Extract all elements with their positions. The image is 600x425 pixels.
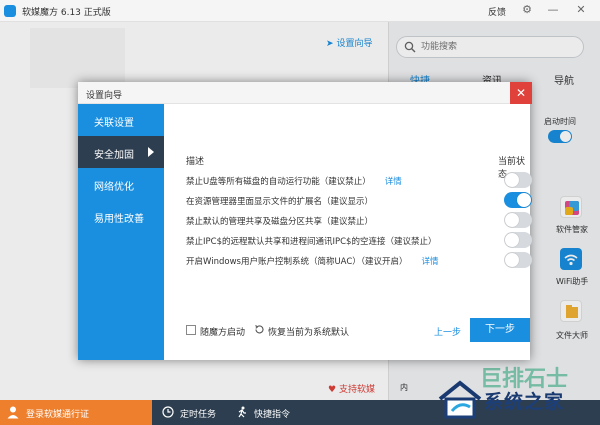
uac-toggle[interactable] bbox=[504, 252, 532, 268]
quick-command-button[interactable]: 快捷指令 bbox=[236, 400, 316, 425]
running-figure-icon bbox=[238, 406, 246, 418]
dialog-title-bar: 设置向导 bbox=[78, 82, 530, 104]
auto-start-checkbox[interactable] bbox=[186, 325, 196, 335]
restore-icon bbox=[255, 325, 264, 334]
restore-defaults-link[interactable]: 恢复当前为系统默认 bbox=[268, 325, 349, 338]
close-window-icon[interactable]: ✕ bbox=[574, 3, 588, 17]
column-header-description: 描述 bbox=[186, 157, 205, 167]
option-text: 禁止IPC$的远程默认共享和进程间通讯IPC$的空连接（建议禁止） bbox=[186, 237, 437, 247]
admin-share-toggle[interactable] bbox=[504, 212, 532, 228]
option-text: 开启Windows用户账户控制系统（简称UAC）（建议开启） bbox=[186, 257, 408, 267]
dialog-sidebar: 关联设置 安全加固 网络优化 易用性改善 bbox=[78, 104, 164, 360]
minimize-icon[interactable]: — bbox=[546, 3, 560, 17]
title-bar: 软媒魔方 6.13 正式版 反馈 ⚙ — ✕ bbox=[0, 0, 600, 22]
show-extension-toggle[interactable] bbox=[504, 192, 532, 208]
sidebar-item-security[interactable]: 安全加固 bbox=[78, 136, 164, 168]
clock-icon bbox=[162, 406, 174, 418]
close-icon: ✕ bbox=[515, 86, 527, 100]
next-step-button[interactable]: 下一步 bbox=[470, 318, 530, 342]
app-title: 软媒魔方 6.13 正式版 bbox=[22, 8, 111, 18]
app-logo-icon bbox=[4, 5, 16, 17]
auto-start-label: 随魔方启动 bbox=[200, 328, 246, 338]
sidebar-item-association[interactable]: 关联设置 bbox=[78, 104, 164, 136]
option-row-ipc: 禁止IPC$的远程默认共享和进程间通讯IPC$的空连接（建议禁止） bbox=[186, 230, 532, 250]
login-button[interactable]: 登录软媒通行证 bbox=[0, 400, 152, 425]
option-text: 禁止默认的管理共享及磁盘分区共享（建议禁止） bbox=[186, 217, 374, 227]
sidebar-item-network[interactable]: 网络优化 bbox=[78, 168, 164, 200]
detail-link[interactable]: 详情 bbox=[422, 257, 439, 267]
option-row-extension: 在资源管理器里面显示文件的扩展名（建议显示） bbox=[186, 190, 532, 210]
feedback-link[interactable]: 反馈 bbox=[488, 5, 506, 18]
autorun-toggle[interactable] bbox=[504, 172, 532, 188]
setup-wizard-dialog: 设置向导 ✕ 关联设置 安全加固 网络优化 易用性改善 描述 当前状态 禁止U盘… bbox=[78, 82, 532, 360]
scheduled-task-button[interactable]: 定时任务 bbox=[162, 400, 232, 425]
ipc-share-toggle[interactable] bbox=[504, 232, 532, 248]
sidebar-item-usability[interactable]: 易用性改善 bbox=[78, 200, 164, 232]
option-text: 禁止U盘等所有磁盘的自动运行功能（建议禁止） bbox=[186, 177, 371, 187]
option-text: 在资源管理器里面显示文件的扩展名（建议显示） bbox=[186, 197, 374, 207]
dialog-close-button[interactable]: ✕ bbox=[510, 82, 532, 104]
detail-link[interactable]: 详情 bbox=[385, 177, 402, 187]
user-icon bbox=[7, 406, 19, 419]
option-row-admin-share: 禁止默认的管理共享及磁盘分区共享（建议禁止） bbox=[186, 210, 532, 230]
dialog-title: 设置向导 bbox=[86, 91, 123, 101]
option-row-autorun: 禁止U盘等所有磁盘的自动运行功能（建议禁止） 详情 bbox=[186, 170, 532, 190]
chevron-right-icon bbox=[148, 147, 154, 157]
previous-step-button[interactable]: 上一步 bbox=[434, 325, 461, 338]
settings-gear-icon[interactable]: ⚙ bbox=[520, 3, 534, 17]
option-row-uac: 开启Windows用户账户控制系统（简称UAC）（建议开启） 详情 bbox=[186, 250, 532, 270]
